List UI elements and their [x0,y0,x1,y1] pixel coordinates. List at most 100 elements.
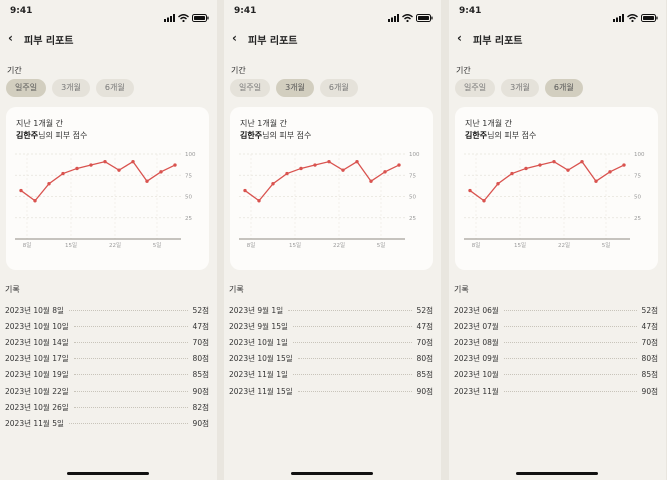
period-tab[interactable]: 6개월 [95,79,134,97]
score-point [482,199,486,203]
dotted-leader [503,325,637,327]
record-date: 2023년 08월 [454,337,499,347]
record-row: 2023년 10월 14일 70점 [5,334,209,350]
dotted-leader [73,325,188,327]
card-subtitle: 김한주님의 피부 점수 [16,130,87,141]
record-row: 2023년 10월 8일 52점 [5,302,209,318]
page-title: 피부 리포트 [24,36,74,47]
record-row: 2023년 10월 17일 80점 [5,351,209,367]
record-date: 2023년 9월 15일 [229,321,288,331]
record-score: 70점 [192,337,209,347]
period-tab[interactable]: 일주일 [6,79,47,97]
score-point [496,182,500,186]
score-card: 지난 1개월 간 김한주님의 피부 점수 100 75 50 25 8일 15일 22일 5일 [6,107,209,270]
score-point [89,163,93,167]
record-date: 2023년 10월 8일 [5,305,64,315]
score-point [510,171,514,176]
period-tab[interactable]: 일주일 [455,79,496,97]
record-score: 80점 [416,354,433,364]
period-tab[interactable]: 6개월 [544,79,583,97]
user-name: 김한주 [465,131,488,140]
phone-screen: 9:41 ‹ 피부 리포트 기간 일주일 3개월 6개월 지난 1개월 간 김한주님의 피부 점… [0,0,217,480]
card-subtitle: 김한주님의 피부 점수 [465,130,536,141]
card-period-text: 지난 1개월 간 [240,119,287,128]
records-label: 기록 [454,285,469,294]
period-tab[interactable]: 3개월 [52,79,90,97]
record-score: 52점 [192,305,209,315]
score-point [159,170,163,174]
nav-bar: ‹ 피부 리포트 [224,30,441,48]
x-tick-label: 22일 [109,241,121,249]
score-point [47,182,51,186]
record-row: 2023년 10월 19일 85점 [5,367,209,383]
record-score: 52점 [641,305,658,315]
y-tick-label: 100 [634,152,645,158]
record-row: 2023년 08월 70점 [454,334,658,350]
score-series-line [20,160,176,202]
y-tick-label: 25 [409,216,416,222]
record-date: 2023년 10월 10일 [5,321,69,331]
score-point [397,163,401,167]
score-point [285,171,289,176]
wifi-icon [178,7,189,26]
score-point [341,168,345,172]
record-row: 2023년 10월 1일 70점 [229,334,433,350]
y-tick-label: 75 [185,173,192,179]
battery-icon [192,7,209,26]
dotted-leader [503,341,637,343]
score-point [271,182,275,186]
status-icons [164,7,209,26]
x-tick-label: 8일 [23,241,32,249]
score-point [173,163,177,167]
home-indicator [67,472,149,475]
period-tab[interactable]: 6개월 [319,79,358,97]
chevron-left-icon[interactable]: ‹ [8,31,13,45]
dotted-leader [288,309,412,311]
y-tick-label: 100 [409,152,420,158]
score-point [131,159,135,164]
period-tabs: 일주일 3개월 6개월 [6,79,134,97]
score-point [369,179,373,183]
y-tick-label: 75 [409,173,416,179]
signal-icon [164,7,175,26]
card-subtitle-suffix: 님의 피부 점수 [38,131,88,140]
score-point [299,166,303,171]
y-tick-label: 25 [185,216,192,222]
record-date: 2023년 10월 17일 [5,354,69,364]
y-tick-label: 100 [185,152,196,158]
record-row: 2023년 10월 85점 [454,367,658,383]
battery-icon [416,7,433,26]
score-point [538,163,542,167]
page-title: 피부 리포트 [248,36,298,47]
score-point [468,188,472,193]
period-tab[interactable]: 3개월 [276,79,314,97]
user-name: 김한주 [240,131,263,140]
x-tick-label: 5일 [153,241,162,249]
x-tick-label: 15일 [514,241,526,249]
chevron-left-icon[interactable]: ‹ [457,31,462,45]
score-card: 지난 1개월 간 김한주님의 피부 점수 100 75 50 25 8일 15일 22일 5일 [455,107,658,270]
record-date: 2023년 10월 22일 [5,386,69,396]
record-date: 2023년 10월 15일 [229,354,293,364]
chevron-left-icon[interactable]: ‹ [232,31,237,45]
record-row: 2023년 11월 90점 [454,383,658,399]
record-score: 70점 [641,337,658,347]
record-score: 90점 [192,418,209,428]
dotted-leader [73,358,188,360]
period-tab[interactable]: 3개월 [501,79,539,97]
nav-bar: ‹ 피부 리포트 [0,30,217,48]
score-line-chart: 100 75 50 25 8일 15일 22일 5일 [239,152,420,249]
dotted-leader [503,374,637,376]
score-point [580,159,584,164]
period-label: 기간 [7,66,22,75]
period-tab[interactable]: 일주일 [230,79,271,97]
home-indicator [516,472,598,475]
period-label: 기간 [456,66,471,75]
status-bar: 9:41 [449,0,666,24]
record-list: 2023년 10월 8일 52점 2023년 10월 10일 47점 2023년 10월… [5,302,209,432]
dotted-leader [292,374,412,376]
dotted-leader [292,325,412,327]
status-time: 9:41 [234,6,257,16]
records-label: 기록 [5,285,20,294]
record-score: 85점 [416,370,433,380]
